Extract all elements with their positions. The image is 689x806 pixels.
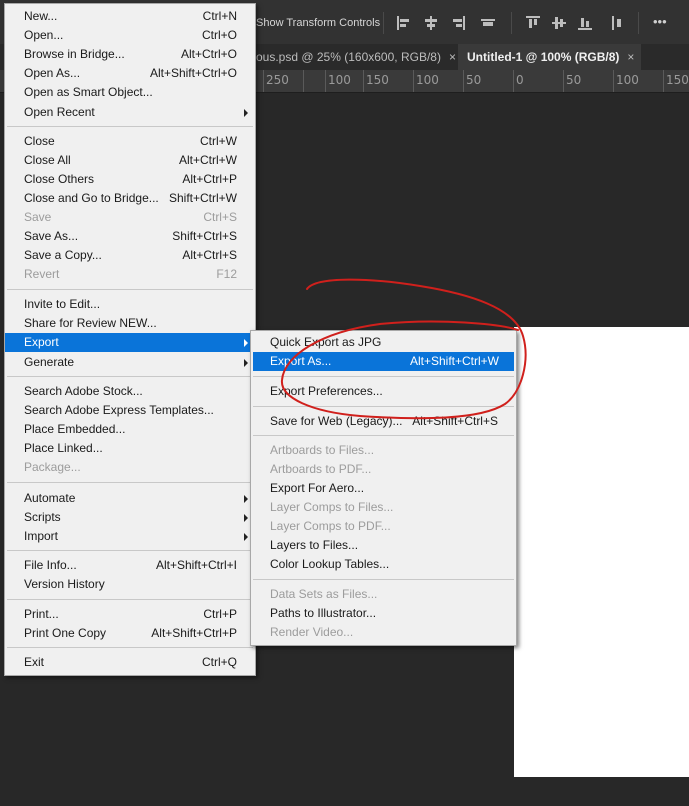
document-canvas[interactable] bbox=[514, 327, 689, 777]
menu-separator bbox=[253, 579, 514, 580]
menu-item-automate[interactable]: Automate bbox=[5, 489, 255, 508]
toolbar-divider bbox=[511, 12, 512, 34]
submenu-item-layer-comps-to-pdf[interactable]: Layer Comps to PDF... bbox=[251, 517, 516, 536]
ruler-number: 100 bbox=[416, 73, 439, 87]
menu-separator bbox=[7, 599, 253, 600]
menu-item-search-adobe-stock[interactable]: Search Adobe Stock... bbox=[5, 382, 255, 401]
close-icon[interactable]: × bbox=[627, 50, 634, 64]
menu-separator bbox=[7, 482, 253, 483]
menu-item-open[interactable]: Open... Ctrl+O bbox=[5, 26, 255, 45]
menu-item-package[interactable]: Package... bbox=[5, 458, 255, 477]
submenu-item-data-sets-as-files[interactable]: Data Sets as Files... bbox=[251, 585, 516, 604]
menu-item-save-as[interactable]: Save As... Shift+Ctrl+S bbox=[5, 227, 255, 246]
menu-item-open-recent[interactable]: Open Recent bbox=[5, 103, 255, 122]
menu-item-close[interactable]: Close Ctrl+W bbox=[5, 132, 255, 151]
ruler-number: 50 bbox=[466, 73, 482, 87]
tab-label: Untitled-1 @ 100% (RGB/8) bbox=[467, 50, 620, 64]
menu-item-print-one-copy[interactable]: Print One Copy Alt+Shift+Ctrl+P bbox=[5, 624, 255, 643]
distribute-vertical-icon[interactable] bbox=[481, 16, 495, 30]
menu-separator bbox=[7, 550, 253, 551]
ruler-number: 250 bbox=[266, 73, 289, 87]
file-menu: New... Ctrl+N Open... Ctrl+O Browse in Bri… bbox=[4, 3, 256, 676]
menu-separator bbox=[7, 289, 253, 290]
submenu-item-paths-to-illustrator[interactable]: Paths to Illustrator... bbox=[251, 604, 516, 623]
menu-item-generate[interactable]: Generate bbox=[5, 353, 255, 372]
submenu-arrow-icon bbox=[244, 495, 248, 503]
ruler-number: 0 bbox=[516, 73, 524, 87]
submenu-item-export-preferences[interactable]: Export Preferences... bbox=[251, 382, 516, 401]
align-top-edges-icon[interactable] bbox=[526, 16, 540, 30]
submenu-arrow-icon bbox=[244, 109, 248, 117]
menu-item-import[interactable]: Import bbox=[5, 527, 255, 546]
submenu-arrow-icon bbox=[244, 533, 248, 541]
submenu-arrow-icon bbox=[244, 359, 248, 367]
ruler-number: 150 bbox=[366, 73, 389, 87]
submenu-item-save-for-web-legacy[interactable]: Save for Web (Legacy)... Alt+Shift+Ctrl+S bbox=[251, 412, 516, 431]
menu-item-close-others[interactable]: Close Others Alt+Ctrl+P bbox=[5, 170, 255, 189]
menu-item-place-embedded[interactable]: Place Embedded... bbox=[5, 420, 255, 439]
menu-separator bbox=[7, 647, 253, 648]
menu-item-save[interactable]: Save Ctrl+S bbox=[5, 208, 255, 227]
menu-separator bbox=[253, 376, 514, 377]
submenu-item-artboards-to-files[interactable]: Artboards to Files... bbox=[251, 441, 516, 460]
submenu-arrow-icon bbox=[244, 339, 248, 347]
menu-item-revert[interactable]: Revert F12 bbox=[5, 265, 255, 284]
export-submenu: Quick Export as JPG Export As... Alt+Shif… bbox=[250, 330, 517, 646]
distribute-horizontal-icon[interactable] bbox=[612, 16, 626, 30]
ruler-number: 100 bbox=[328, 73, 351, 87]
menu-item-export[interactable]: Export bbox=[5, 333, 255, 352]
align-vertical-centers-icon[interactable] bbox=[552, 16, 566, 30]
menu-separator bbox=[253, 406, 514, 407]
submenu-item-artboards-to-pdf[interactable]: Artboards to PDF... bbox=[251, 460, 516, 479]
menu-item-save-a-copy[interactable]: Save a Copy... Alt+Ctrl+S bbox=[5, 246, 255, 265]
ruler-number: 150 bbox=[666, 73, 689, 87]
tab-ous-psd[interactable]: ous.psd @ 25% (160x600, RGB/8) × bbox=[256, 44, 456, 70]
submenu-item-export-as[interactable]: Export As... Alt+Shift+Ctrl+W bbox=[253, 352, 514, 371]
submenu-item-color-lookup-tables[interactable]: Color Lookup Tables... bbox=[251, 555, 516, 574]
tab-untitled-1[interactable]: Untitled-1 @ 100% (RGB/8) × bbox=[458, 44, 641, 70]
align-left-edges-icon[interactable] bbox=[397, 16, 411, 30]
ruler-number: 100 bbox=[616, 73, 639, 87]
more-options-icon[interactable]: ••• bbox=[653, 14, 667, 29]
menu-separator bbox=[253, 435, 514, 436]
menu-item-exit[interactable]: Exit Ctrl+Q bbox=[5, 653, 255, 672]
submenu-item-layer-comps-to-files[interactable]: Layer Comps to Files... bbox=[251, 498, 516, 517]
menu-item-file-info[interactable]: File Info... Alt+Shift+Ctrl+I bbox=[5, 556, 255, 575]
submenu-item-layers-to-files[interactable]: Layers to Files... bbox=[251, 536, 516, 555]
toolbar-divider bbox=[383, 12, 384, 34]
toolbar-divider bbox=[638, 12, 639, 34]
submenu-arrow-icon bbox=[244, 514, 248, 522]
ruler-number: 50 bbox=[566, 73, 582, 87]
align-horizontal-centers-icon[interactable] bbox=[424, 16, 438, 30]
align-right-edges-icon[interactable] bbox=[451, 16, 465, 30]
show-transform-controls-label[interactable]: Show Transform Controls bbox=[256, 17, 380, 29]
submenu-item-render-video[interactable]: Render Video... bbox=[251, 623, 516, 642]
submenu-item-export-for-aero[interactable]: Export For Aero... bbox=[251, 479, 516, 498]
menu-item-close-all[interactable]: Close All Alt+Ctrl+W bbox=[5, 151, 255, 170]
menu-item-browse-in-bridge[interactable]: Browse in Bridge... Alt+Ctrl+O bbox=[5, 45, 255, 64]
menu-item-print[interactable]: Print... Ctrl+P bbox=[5, 605, 255, 624]
align-bottom-edges-icon[interactable] bbox=[578, 16, 592, 30]
menu-item-place-linked[interactable]: Place Linked... bbox=[5, 439, 255, 458]
menu-item-open-as-smart-object[interactable]: Open as Smart Object... bbox=[5, 83, 255, 102]
menu-item-share-for-review[interactable]: Share for Review NEW... bbox=[5, 314, 255, 333]
menu-separator bbox=[7, 376, 253, 377]
menu-item-open-as[interactable]: Open As... Alt+Shift+Ctrl+O bbox=[5, 64, 255, 83]
menu-item-close-and-go-to-bridge[interactable]: Close and Go to Bridge... Shift+Ctrl+W bbox=[5, 189, 255, 208]
menu-item-invite-to-edit[interactable]: Invite to Edit... bbox=[5, 295, 255, 314]
menu-item-scripts[interactable]: Scripts bbox=[5, 508, 255, 527]
menu-item-search-adobe-express-templates[interactable]: Search Adobe Express Templates... bbox=[5, 401, 255, 420]
menu-item-new[interactable]: New... Ctrl+N bbox=[5, 7, 255, 26]
menu-item-version-history[interactable]: Version History bbox=[5, 575, 255, 594]
close-icon[interactable]: × bbox=[449, 50, 456, 64]
menu-separator bbox=[7, 126, 253, 127]
tab-label: ous.psd @ 25% (160x600, RGB/8) bbox=[256, 50, 441, 64]
submenu-item-quick-export-as-jpg[interactable]: Quick Export as JPG bbox=[251, 333, 516, 352]
